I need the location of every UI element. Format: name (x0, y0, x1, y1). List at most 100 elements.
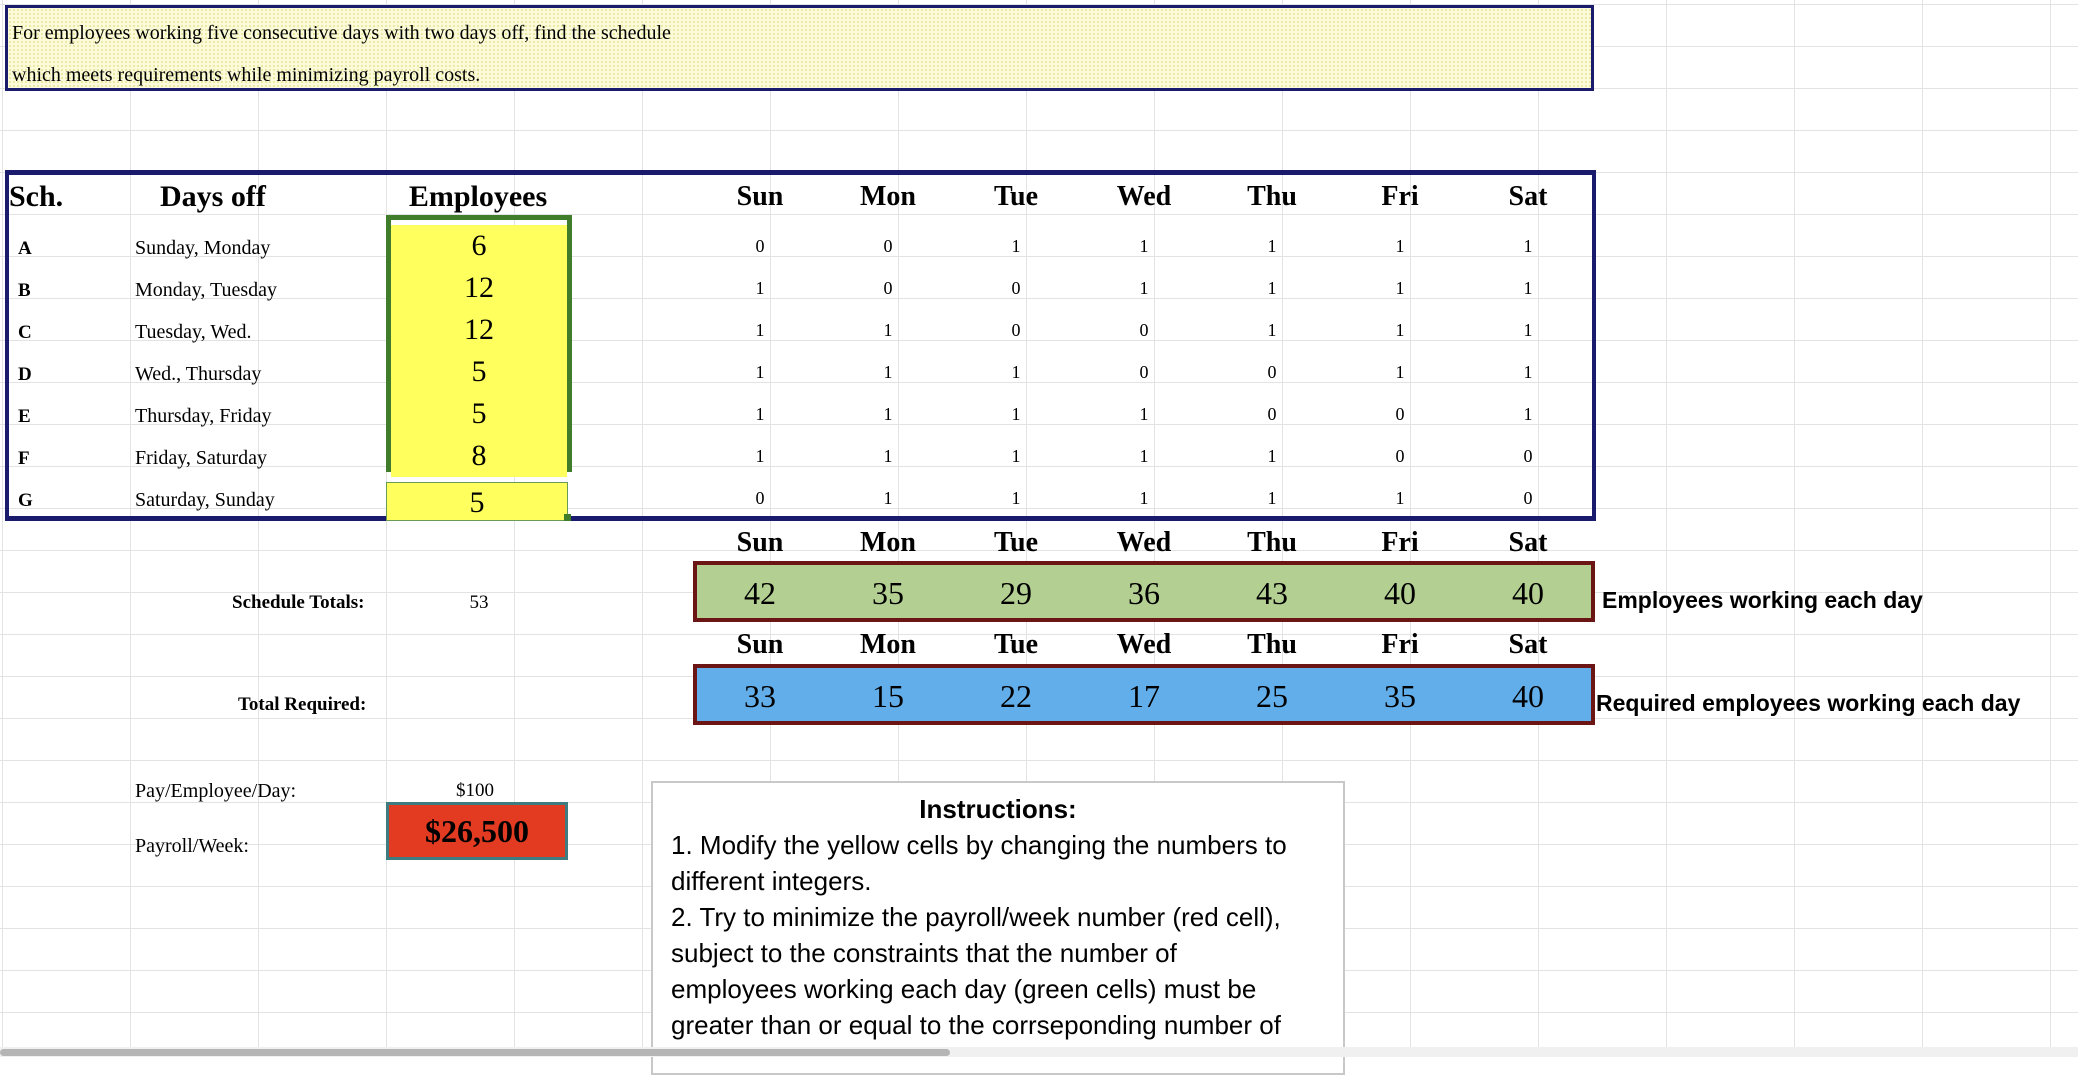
employees-input-cell[interactable]: 5 (391, 351, 567, 393)
work-flag-cell[interactable]: 1 (986, 236, 1046, 257)
day-header-working-thu[interactable]: Thu (1222, 527, 1322, 559)
header-employees[interactable]: Employees (387, 180, 569, 214)
employees-input-cell[interactable]: 12 (391, 267, 567, 309)
work-flag-cell[interactable]: 1 (986, 446, 1046, 467)
work-flag-cell[interactable]: 1 (1114, 404, 1174, 425)
day-header-thu[interactable]: Thu (1222, 181, 1322, 213)
schedule-id[interactable]: A (18, 238, 32, 260)
schedule-totals-value[interactable]: 53 (386, 592, 572, 614)
day-header-required-thu[interactable]: Thu (1222, 629, 1322, 661)
work-flag-cell[interactable]: 1 (1370, 320, 1430, 341)
work-flag-cell[interactable]: 1 (1242, 236, 1302, 257)
work-flag-cell[interactable]: 1 (730, 320, 790, 341)
work-flag-cell[interactable]: 1 (730, 278, 790, 299)
schedule-id[interactable]: C (18, 322, 32, 344)
working-caption[interactable]: Employees working each day (1602, 587, 1923, 614)
required-caption[interactable]: Required employees working each day (1596, 690, 2020, 717)
schedule-days-off[interactable]: Sunday, Monday (135, 237, 270, 260)
required-count-cell[interactable]: 25 (1222, 678, 1322, 715)
schedule-id[interactable]: G (18, 490, 33, 512)
horizontal-scrollbar-thumb[interactable] (0, 1049, 950, 1056)
working-count-cell[interactable]: 35 (838, 575, 938, 612)
work-flag-cell[interactable]: 1 (1498, 404, 1558, 425)
work-flag-cell[interactable]: 1 (1114, 488, 1174, 509)
work-flag-cell[interactable]: 1 (1498, 236, 1558, 257)
work-flag-cell[interactable]: 1 (1114, 278, 1174, 299)
work-flag-cell[interactable]: 0 (986, 278, 1046, 299)
schedule-days-off[interactable]: Saturday, Sunday (135, 489, 275, 512)
schedule-days-off[interactable]: Monday, Tuesday (135, 279, 277, 302)
header-sch[interactable]: Sch. (9, 180, 63, 214)
employees-input-cell[interactable]: 12 (391, 309, 567, 351)
work-flag-cell[interactable]: 0 (1114, 362, 1174, 383)
required-count-cell[interactable]: 35 (1350, 678, 1450, 715)
pay-per-employee-value[interactable]: $100 (386, 780, 564, 802)
work-flag-cell[interactable]: 1 (1242, 488, 1302, 509)
day-header-required-wed[interactable]: Wed (1094, 629, 1194, 661)
work-flag-cell[interactable]: 0 (1370, 404, 1430, 425)
working-count-cell[interactable]: 36 (1094, 575, 1194, 612)
work-flag-cell[interactable]: 1 (1114, 446, 1174, 467)
header-days-off[interactable]: Days off (160, 180, 266, 214)
work-flag-cell[interactable]: 0 (730, 488, 790, 509)
work-flag-cell[interactable]: 1 (1498, 362, 1558, 383)
work-flag-cell[interactable]: 1 (1498, 320, 1558, 341)
day-header-tue[interactable]: Tue (966, 181, 1066, 213)
work-flag-cell[interactable]: 1 (986, 404, 1046, 425)
day-header-working-mon[interactable]: Mon (838, 527, 938, 559)
day-header-working-tue[interactable]: Tue (966, 527, 1066, 559)
day-header-fri[interactable]: Fri (1350, 181, 1450, 213)
work-flag-cell[interactable]: 0 (1114, 320, 1174, 341)
day-header-required-sun[interactable]: Sun (710, 629, 810, 661)
schedule-id[interactable]: F (18, 448, 30, 470)
day-header-required-mon[interactable]: Mon (838, 629, 938, 661)
required-count-cell[interactable]: 17 (1094, 678, 1194, 715)
schedule-id[interactable]: B (18, 280, 31, 302)
work-flag-cell[interactable]: 0 (1370, 446, 1430, 467)
work-flag-cell[interactable]: 1 (858, 320, 918, 341)
payroll-week-value[interactable]: $26,500 (386, 802, 568, 860)
work-flag-cell[interactable]: 1 (730, 362, 790, 383)
day-header-working-wed[interactable]: Wed (1094, 527, 1194, 559)
work-flag-cell[interactable]: 1 (1242, 446, 1302, 467)
fill-handle[interactable] (564, 514, 571, 521)
work-flag-cell[interactable]: 1 (1370, 278, 1430, 299)
work-flag-cell[interactable]: 1 (858, 446, 918, 467)
day-header-working-fri[interactable]: Fri (1350, 527, 1450, 559)
total-required-label[interactable]: Total Required: (238, 694, 366, 716)
schedule-days-off[interactable]: Thursday, Friday (135, 405, 271, 428)
work-flag-cell[interactable]: 0 (858, 236, 918, 257)
work-flag-cell[interactable]: 0 (730, 236, 790, 257)
work-flag-cell[interactable]: 1 (858, 404, 918, 425)
instructions-textbox[interactable]: Instructions: 1. Modify the yellow cells… (651, 781, 1345, 1075)
day-header-required-fri[interactable]: Fri (1350, 629, 1450, 661)
pay-per-employee-label[interactable]: Pay/Employee/Day: (135, 780, 296, 803)
work-flag-cell[interactable]: 0 (986, 320, 1046, 341)
work-flag-cell[interactable]: 1 (1114, 236, 1174, 257)
work-flag-cell[interactable]: 1 (986, 362, 1046, 383)
working-count-cell[interactable]: 43 (1222, 575, 1322, 612)
work-flag-cell[interactable]: 1 (1498, 278, 1558, 299)
work-flag-cell[interactable]: 1 (1242, 278, 1302, 299)
day-header-sat[interactable]: Sat (1478, 181, 1578, 213)
employees-input-cell[interactable]: 6 (391, 225, 567, 267)
required-count-cell[interactable]: 33 (710, 678, 810, 715)
required-count-cell[interactable]: 40 (1478, 678, 1578, 715)
day-header-working-sun[interactable]: Sun (710, 527, 810, 559)
schedule-days-off[interactable]: Wed., Thursday (135, 363, 261, 386)
schedule-days-off[interactable]: Friday, Saturday (135, 447, 267, 470)
work-flag-cell[interactable]: 1 (1370, 488, 1430, 509)
day-header-wed[interactable]: Wed (1094, 181, 1194, 213)
payroll-week-label[interactable]: Payroll/Week: (135, 835, 249, 858)
employees-input-cell[interactable]: 5 (386, 482, 568, 521)
work-flag-cell[interactable]: 1 (858, 488, 918, 509)
day-header-sun[interactable]: Sun (710, 181, 810, 213)
day-header-working-sat[interactable]: Sat (1478, 527, 1578, 559)
schedule-id[interactable]: E (18, 406, 31, 428)
day-header-required-sat[interactable]: Sat (1478, 629, 1578, 661)
work-flag-cell[interactable]: 0 (1498, 488, 1558, 509)
employees-input-cell[interactable]: 5 (391, 393, 567, 435)
work-flag-cell[interactable]: 1 (1242, 320, 1302, 341)
work-flag-cell[interactable]: 1 (1370, 362, 1430, 383)
working-count-cell[interactable]: 29 (966, 575, 1066, 612)
